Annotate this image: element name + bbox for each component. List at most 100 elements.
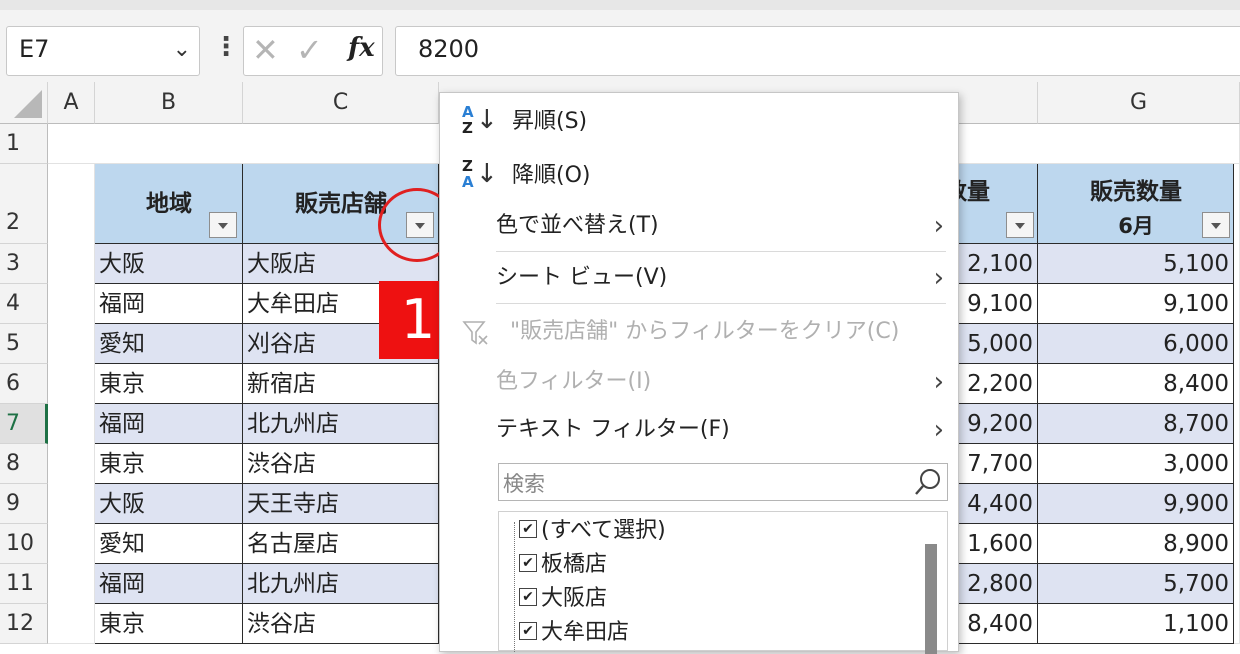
header-cell-region[interactable]: 地域 bbox=[95, 164, 243, 244]
region-cell[interactable]: 愛知 bbox=[95, 324, 243, 364]
qty-f-cell[interactable]: 9,200 bbox=[958, 404, 1038, 444]
header-cell-g[interactable]: 販売数量 6月 bbox=[1038, 164, 1234, 244]
qty-g-cell[interactable]: 8,900 bbox=[1038, 524, 1234, 564]
filter-dropdown-f[interactable] bbox=[1006, 212, 1034, 238]
column-header-b[interactable]: B bbox=[95, 82, 243, 124]
menu-item-sort-descending[interactable]: Z A ↓ 降順(O) bbox=[440, 151, 958, 201]
sort-ascending-icon: A Z ↓ bbox=[462, 103, 498, 137]
row-header-4[interactable]: 4 bbox=[0, 284, 48, 324]
list-item-label: (すべて選択) bbox=[541, 518, 666, 543]
store-cell[interactable]: 北九州店 bbox=[243, 404, 439, 444]
list-item[interactable]: ✔ 大阪店 bbox=[519, 582, 607, 616]
list-item-label: 大阪店 bbox=[541, 586, 608, 611]
menu-item-color-filter[interactable]: 色フィルター(I) › bbox=[440, 357, 958, 407]
chevron-right-icon: › bbox=[933, 211, 944, 241]
store-cell[interactable]: 北九州店 bbox=[243, 564, 439, 604]
formula-input[interactable]: 8200 bbox=[395, 26, 1240, 76]
more-options-icon[interactable]: ⋮ bbox=[213, 34, 239, 60]
region-cell[interactable]: 愛知 bbox=[95, 524, 243, 564]
column-header-a[interactable]: A bbox=[48, 82, 95, 124]
row-header-11[interactable]: 11 bbox=[0, 564, 48, 604]
column-header-c[interactable]: C bbox=[243, 82, 439, 124]
menu-item-sort-by-color[interactable]: 色で並べ替え(T) › bbox=[440, 201, 958, 251]
column-h-edge bbox=[1234, 164, 1240, 644]
cancel-icon[interactable]: ✕ bbox=[252, 31, 279, 69]
row-header-3[interactable]: 3 bbox=[0, 244, 48, 284]
row-header-9[interactable]: 9 bbox=[0, 484, 48, 524]
checkbox-checked[interactable]: ✔ bbox=[519, 622, 537, 640]
store-cell[interactable]: 名古屋店 bbox=[243, 524, 439, 564]
list-item[interactable]: ✔ 板橋店 bbox=[519, 548, 607, 582]
menu-item-text-filter[interactable]: テキスト フィルター(F) › bbox=[440, 405, 958, 455]
store-cell[interactable]: 新宿店 bbox=[243, 364, 439, 404]
qty-f-cell[interactable]: 1,600 bbox=[958, 524, 1038, 564]
region-cell[interactable]: 東京 bbox=[95, 604, 243, 644]
list-item[interactable]: ✔ (すべて選択) bbox=[519, 514, 666, 548]
filter-dropdown-g[interactable] bbox=[1202, 212, 1230, 238]
filter-value-list: ✔ (すべて選択) ✔ 板橋店 ✔ 大阪店 ✔ 大牟田店 bbox=[498, 511, 948, 654]
menu-label-clear-filter: "販売店舗" からフィルターをクリア(C) bbox=[510, 319, 900, 344]
region-cell[interactable]: 大阪 bbox=[95, 244, 243, 284]
formula-bar: E7 ⌄ ⋮ ✕ ✓ fx 8200 bbox=[0, 10, 1240, 83]
window-top-strip bbox=[0, 0, 1240, 10]
menu-label-color-filter: 色フィルター(I) bbox=[496, 369, 652, 394]
region-cell[interactable]: 東京 bbox=[95, 364, 243, 404]
filter-dropdown-region[interactable] bbox=[209, 212, 237, 238]
name-box[interactable]: E7 ⌄ bbox=[6, 26, 200, 76]
qty-g-cell[interactable]: 9,100 bbox=[1038, 284, 1234, 324]
qty-g-cell[interactable]: 5,100 bbox=[1038, 244, 1234, 284]
region-cell[interactable]: 福岡 bbox=[95, 404, 243, 444]
chevron-right-icon: › bbox=[933, 415, 944, 445]
qty-f-cell[interactable]: 2,200 bbox=[958, 364, 1038, 404]
filter-search-input[interactable]: 検索 bbox=[498, 463, 948, 501]
qty-f-cell[interactable]: 2,800 bbox=[958, 564, 1038, 604]
qty-g-cell[interactable]: 3,000 bbox=[1038, 444, 1234, 484]
region-cell[interactable]: 大阪 bbox=[95, 484, 243, 524]
qty-g-cell[interactable]: 6,000 bbox=[1038, 324, 1234, 364]
region-cell[interactable]: 福岡 bbox=[95, 564, 243, 604]
clear-filter-icon bbox=[462, 321, 488, 345]
menu-item-sheet-view[interactable]: シート ビュー(V) › bbox=[440, 253, 958, 303]
chevron-down-icon[interactable]: ⌄ bbox=[173, 37, 191, 62]
row-header-7[interactable]: 7 bbox=[0, 404, 48, 444]
formula-controls: ✕ ✓ fx bbox=[243, 26, 383, 76]
select-all-corner[interactable] bbox=[0, 82, 48, 124]
qty-f-cell[interactable]: 9,100 bbox=[958, 284, 1038, 324]
row-header-6[interactable]: 6 bbox=[0, 364, 48, 404]
list-item[interactable]: ✔ 大牟田店 bbox=[519, 616, 629, 650]
list-scrollbar-thumb[interactable] bbox=[925, 544, 937, 654]
header-cell-f[interactable]: 数量 bbox=[958, 164, 1038, 244]
checkbox-checked[interactable]: ✔ bbox=[519, 554, 537, 572]
qty-f-cell[interactable]: 5,000 bbox=[958, 324, 1038, 364]
column-header-g[interactable]: G bbox=[1038, 82, 1240, 124]
menu-item-sort-ascending[interactable]: A Z ↓ 昇順(S) bbox=[440, 97, 958, 147]
insert-function-button[interactable]: fx bbox=[348, 33, 375, 63]
menu-label-sort-descending: 降順(O) bbox=[512, 163, 591, 188]
checkbox-checked[interactable]: ✔ bbox=[519, 520, 537, 538]
store-cell[interactable]: 天王寺店 bbox=[243, 484, 439, 524]
menu-item-clear-filter[interactable]: "販売店舗" からフィルターをクリア(C) bbox=[440, 307, 958, 357]
region-cell[interactable]: 福岡 bbox=[95, 284, 243, 324]
row-header-1[interactable]: 1 bbox=[0, 124, 48, 164]
row-header-10[interactable]: 10 bbox=[0, 524, 48, 564]
qty-g-cell[interactable]: 1,100 bbox=[1038, 604, 1234, 644]
store-cell[interactable]: 渋谷店 bbox=[243, 444, 439, 484]
column-a-cells[interactable] bbox=[48, 164, 95, 644]
qty-f-cell[interactable]: 4,400 bbox=[958, 484, 1038, 524]
row-header-5[interactable]: 5 bbox=[0, 324, 48, 364]
qty-g-cell[interactable]: 8,700 bbox=[1038, 404, 1234, 444]
qty-g-cell[interactable]: 5,700 bbox=[1038, 564, 1234, 604]
qty-f-cell[interactable]: 2,100 bbox=[958, 244, 1038, 284]
qty-g-cell[interactable]: 8,400 bbox=[1038, 364, 1234, 404]
qty-f-cell[interactable]: 8,400 bbox=[958, 604, 1038, 644]
row-header-8[interactable]: 8 bbox=[0, 444, 48, 484]
qty-f-cell[interactable]: 7,700 bbox=[958, 444, 1038, 484]
row-header-2[interactable]: 2 bbox=[0, 164, 48, 244]
row-header-12[interactable]: 12 bbox=[0, 604, 48, 644]
checkbox-checked[interactable]: ✔ bbox=[519, 588, 537, 606]
qty-g-cell[interactable]: 9,900 bbox=[1038, 484, 1234, 524]
enter-icon[interactable]: ✓ bbox=[296, 31, 323, 69]
region-cell[interactable]: 東京 bbox=[95, 444, 243, 484]
store-cell[interactable]: 渋谷店 bbox=[243, 604, 439, 644]
sort-descending-icon: Z A ↓ bbox=[462, 157, 498, 191]
